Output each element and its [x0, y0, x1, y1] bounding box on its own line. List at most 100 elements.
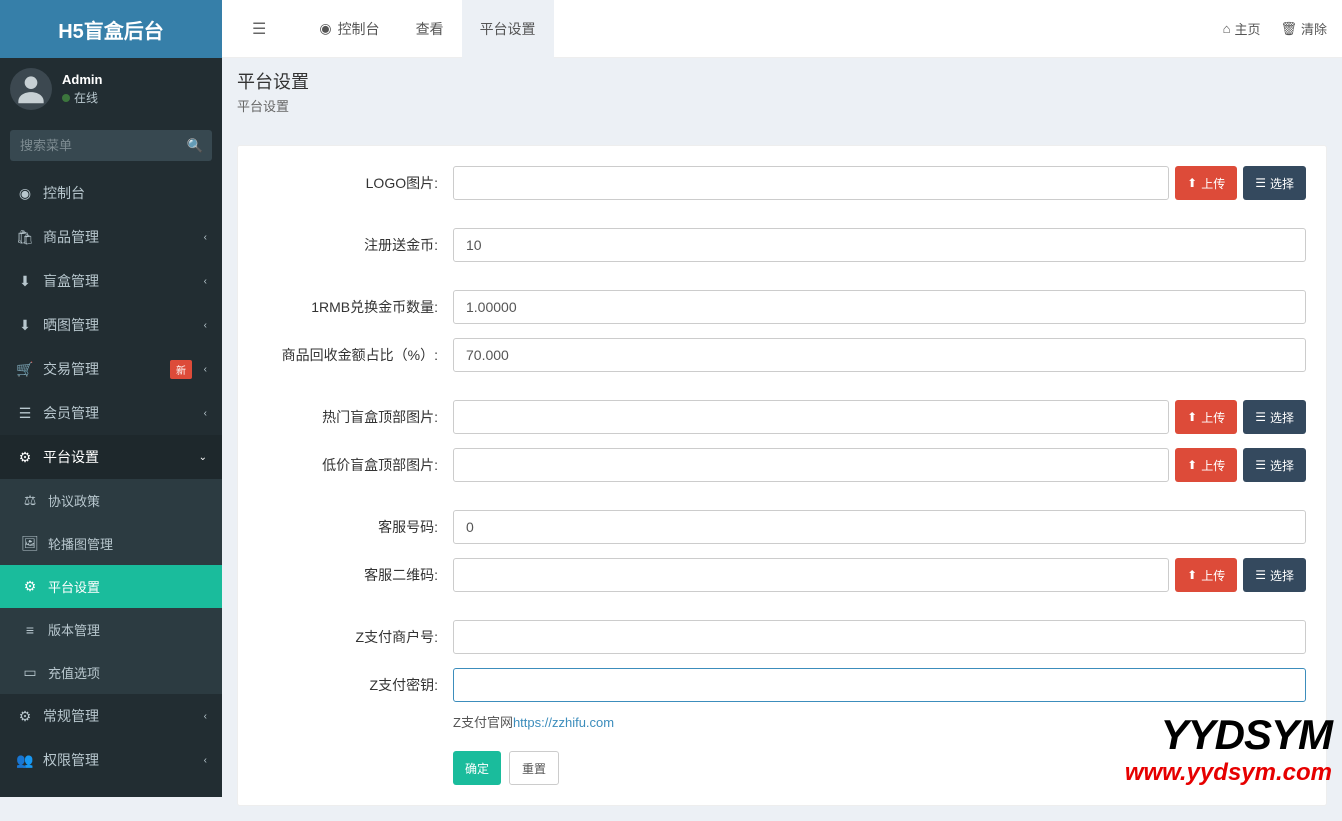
- cart-icon: 🛒: [15, 361, 35, 378]
- nav-sub-carousel[interactable]: 🖼轮播图管理: [0, 522, 222, 565]
- choose-button[interactable]: ☰选择: [1243, 400, 1306, 434]
- nav-general[interactable]: ⚙常规管理‹: [0, 694, 222, 738]
- users-icon: 👥: [15, 752, 35, 769]
- label-hot-banner: 热门盲盒顶部图片:: [258, 400, 453, 427]
- chevron-left-icon: ‹: [204, 276, 207, 287]
- nav-permission[interactable]: 👥权限管理‹: [0, 738, 222, 782]
- reset-button[interactable]: 重置: [509, 751, 559, 785]
- label-service-no: 客服号码:: [258, 510, 453, 537]
- label-low-banner: 低价盲盒顶部图片:: [258, 448, 453, 475]
- upload-icon: ⬆: [1187, 458, 1197, 472]
- chevron-left-icon: ‹: [204, 320, 207, 331]
- tab-dashboard[interactable]: ◉控制台: [301, 0, 397, 58]
- cogs-icon: ⚙: [15, 708, 35, 725]
- main-content: ☰ ◉控制台 查看 平台设置 ⌂主页 🗑清除 平台设置 平台设置 LOGO图片:…: [222, 0, 1342, 821]
- service-qr-input[interactable]: [453, 558, 1169, 592]
- upload-button[interactable]: ⬆上传: [1175, 400, 1237, 434]
- bag-icon: 🛍: [15, 229, 35, 246]
- list-icon: ☰: [1255, 410, 1266, 424]
- user-status: 在线: [62, 89, 102, 106]
- nav-member[interactable]: ☰会员管理‹: [0, 391, 222, 435]
- nav-sub-version[interactable]: ≡版本管理: [0, 608, 222, 651]
- search-button[interactable]: 🔍: [178, 130, 212, 161]
- menu-toggle-button[interactable]: ☰: [237, 19, 281, 39]
- topbar: ☰ ◉控制台 查看 平台设置 ⌂主页 🗑清除: [222, 0, 1342, 58]
- chevron-left-icon: ‹: [204, 755, 207, 766]
- clear-link[interactable]: 🗑清除: [1280, 19, 1327, 38]
- upload-icon: ⬆: [1187, 176, 1197, 190]
- box-icon: ⬇: [15, 273, 35, 290]
- cogs-icon: ⚙: [15, 449, 35, 466]
- dashboard-icon: ◉: [319, 20, 331, 37]
- label-rmb-rate: 1RMB兑换金币数量:: [258, 290, 453, 317]
- nav-product[interactable]: 🛍商品管理‹: [0, 215, 222, 259]
- low-banner-input[interactable]: [453, 448, 1169, 482]
- label-zpay-secret: Z支付密钥:: [258, 668, 453, 695]
- upload-button[interactable]: ⬆上传: [1175, 558, 1237, 592]
- nav-menu: ◉控制台 🛍商品管理‹ ⬇盲盒管理‹ ⬇晒图管理‹ 🛒交易管理新‹ ☰会员管理‹…: [0, 171, 222, 479]
- trash-icon: 🗑: [1280, 21, 1297, 37]
- app-logo: H5盲盒后台: [0, 0, 222, 58]
- sidebar: H5盲盒后台 Admin 在线 🔍 ◉控制台 🛍商品管理‹ ⬇盲盒管理‹ ⬇晒图…: [0, 0, 222, 797]
- rmb-rate-input[interactable]: [453, 290, 1306, 324]
- tab-bar: ◉控制台 查看 平台设置: [301, 0, 553, 58]
- label-service-qr: 客服二维码:: [258, 558, 453, 585]
- image-icon: 🖼: [20, 535, 40, 552]
- user-name: Admin: [62, 72, 102, 87]
- list-icon: ☰: [1255, 176, 1266, 190]
- page-title: 平台设置: [237, 68, 1327, 94]
- new-badge: 新: [170, 360, 192, 379]
- wallet-icon: ▭: [20, 664, 40, 681]
- chevron-down-icon: ⌄: [199, 452, 207, 463]
- chevron-left-icon: ‹: [204, 364, 207, 375]
- chevron-left-icon: ‹: [204, 232, 207, 243]
- nav-sub-recharge[interactable]: ▭充值选项: [0, 651, 222, 694]
- logo-input[interactable]: [453, 166, 1169, 200]
- zpay-secret-input[interactable]: [453, 668, 1306, 702]
- list-icon: ☰: [1255, 568, 1266, 582]
- sidebar-search: 🔍: [10, 130, 212, 161]
- dashboard-icon: ◉: [15, 185, 35, 202]
- nav-platform[interactable]: ⚙平台设置⌄: [0, 435, 222, 479]
- upload-icon: ⬆: [1187, 410, 1197, 424]
- nav-trade[interactable]: 🛒交易管理新‹: [0, 347, 222, 391]
- label-register-coin: 注册送金币:: [258, 228, 453, 255]
- zpay-merchant-input[interactable]: [453, 620, 1306, 654]
- service-no-input[interactable]: [453, 510, 1306, 544]
- breadcrumb: 平台设置 平台设置: [222, 58, 1342, 130]
- gallery-icon: ⬇: [15, 317, 35, 334]
- nav-sub-settings[interactable]: ⚙平台设置: [0, 565, 222, 608]
- home-icon: ⌂: [1223, 21, 1231, 36]
- list-icon: ☰: [15, 405, 35, 422]
- user-avatar: [10, 68, 52, 110]
- nav-sub-policy[interactable]: ⚖协议政策: [0, 479, 222, 522]
- scale-icon: ⚖: [20, 492, 40, 509]
- upload-button[interactable]: ⬆上传: [1175, 166, 1237, 200]
- nav-box[interactable]: ⬇盲盒管理‹: [0, 259, 222, 303]
- chevron-left-icon: ‹: [204, 408, 207, 419]
- cog-icon: ⚙: [20, 578, 40, 595]
- nav-gallery[interactable]: ⬇晒图管理‹: [0, 303, 222, 347]
- choose-button[interactable]: ☰选择: [1243, 166, 1306, 200]
- submit-button[interactable]: 确定: [453, 751, 501, 785]
- register-coin-input[interactable]: [453, 228, 1306, 262]
- tab-settings[interactable]: 平台设置: [462, 0, 554, 58]
- nav-dashboard[interactable]: ◉控制台: [0, 171, 222, 215]
- label-logo: LOGO图片:: [258, 166, 453, 193]
- search-icon: 🔍: [187, 138, 204, 153]
- upload-button[interactable]: ⬆上传: [1175, 448, 1237, 482]
- label-zpay-merchant: Z支付商户号:: [258, 620, 453, 647]
- home-link[interactable]: ⌂主页: [1223, 19, 1261, 38]
- choose-button[interactable]: ☰选择: [1243, 558, 1306, 592]
- tab-view[interactable]: 查看: [398, 0, 462, 58]
- list-icon: ≡: [20, 622, 40, 638]
- upload-icon: ⬆: [1187, 568, 1197, 582]
- choose-button[interactable]: ☰选择: [1243, 448, 1306, 482]
- hot-banner-input[interactable]: [453, 400, 1169, 434]
- recycle-ratio-input[interactable]: [453, 338, 1306, 372]
- page-subtitle: 平台设置: [237, 96, 1327, 115]
- nav-menu-2: ⚙常规管理‹ 👥权限管理‹: [0, 694, 222, 782]
- zpay-help-text: Z支付官网https://zzhifu.com: [453, 712, 1306, 731]
- user-panel: Admin 在线: [0, 58, 222, 120]
- zpay-link[interactable]: https://zzhifu.com: [513, 715, 614, 730]
